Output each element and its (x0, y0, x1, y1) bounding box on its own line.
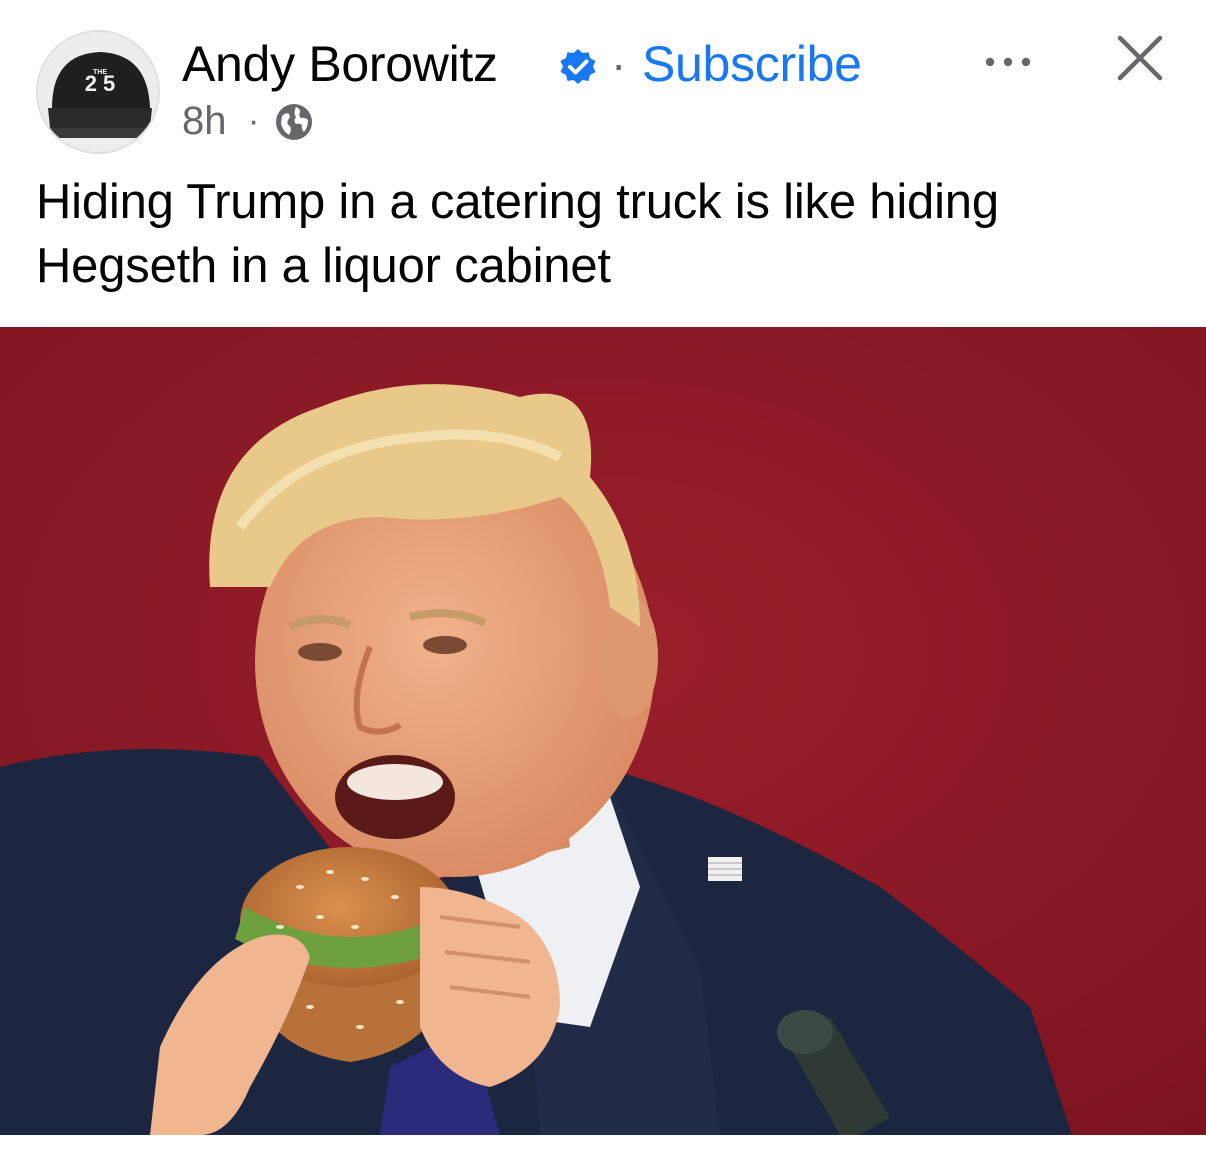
cap-image: 2 5 THE (38, 32, 158, 152)
avatar-cap-small-text: THE (93, 69, 107, 76)
more-horizontal-icon (985, 57, 1031, 67)
close-icon (1117, 35, 1163, 81)
subscribe-button[interactable]: Subscribe (642, 34, 862, 94)
close-button[interactable] (1112, 30, 1168, 86)
post-header: 2 5 THE Andy Borowitz · Subscribe 8h · (0, 0, 1206, 160)
post-photo[interactable] (0, 327, 1206, 1135)
meta-separator: · (248, 102, 260, 140)
facebook-post: 2 5 THE Andy Borowitz · Subscribe 8h · H… (0, 0, 1206, 1174)
post-timestamp[interactable]: 8h (182, 96, 227, 146)
photo-illustration (0, 327, 1206, 1135)
name-separator: · (611, 38, 627, 90)
author-avatar[interactable]: 2 5 THE (36, 30, 160, 154)
verified-badge-icon (560, 49, 596, 84)
author-name[interactable]: Andy Borowitz (182, 34, 498, 94)
more-options-button[interactable] (980, 40, 1036, 84)
post-text: Hiding Trump in a catering truck is like… (36, 175, 999, 293)
post-footer (0, 1135, 1206, 1174)
globe-icon (276, 104, 312, 140)
